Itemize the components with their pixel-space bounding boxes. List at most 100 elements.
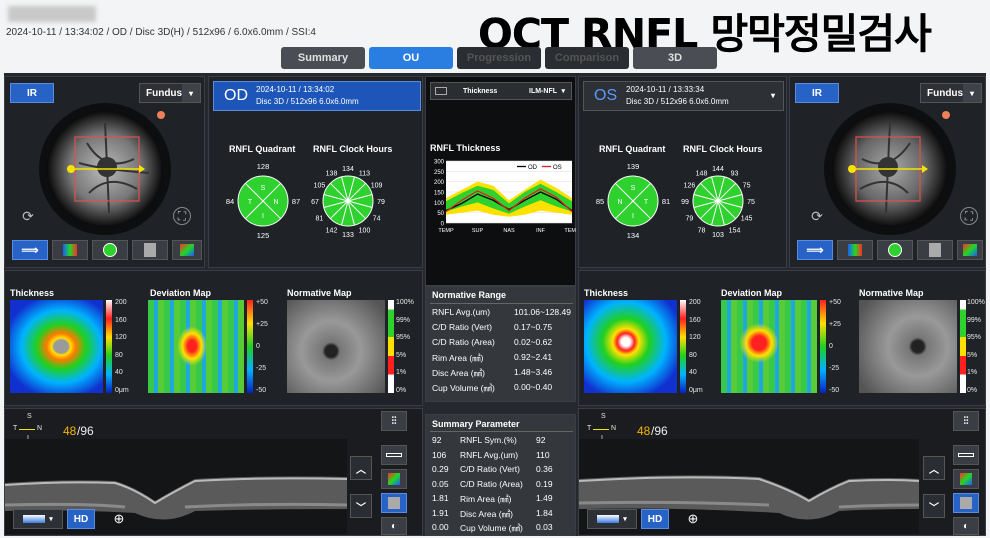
- os-scan-date: 2024-10-11 / 13:33:34: [626, 85, 705, 94]
- od-segment-button[interactable]: [381, 445, 407, 465]
- os-color-button[interactable]: [953, 469, 979, 489]
- os-thickness-map: [584, 300, 677, 393]
- od-fundus-view-button[interactable]: [132, 240, 168, 260]
- os-segment-button[interactable]: [953, 445, 979, 465]
- scale-tick: 120: [115, 334, 127, 342]
- os-thickness-colorbar: [680, 300, 686, 393]
- os-fundus-image: [824, 103, 956, 235]
- quadrant-value-bottom: 134: [627, 231, 640, 240]
- chevron-down-icon: ▾: [623, 516, 627, 523]
- layer-icon: [435, 87, 447, 95]
- od-hd-button[interactable]: HD: [67, 509, 95, 529]
- quadrant-letter-left: N: [617, 199, 622, 206]
- od-scroll-up[interactable]: ︿: [350, 456, 372, 480]
- rotate-icon[interactable]: ⟳: [19, 207, 37, 225]
- scale-tick: 1%: [967, 369, 978, 377]
- os-adjust-button[interactable]: ⫶⫶: [953, 411, 979, 431]
- normative-label: Cup Volume (㎣): [432, 383, 495, 393]
- od-deviation-button[interactable]: [92, 240, 128, 260]
- zoom-in-icon[interactable]: ⊕: [109, 509, 129, 529]
- heatmap-icon: [63, 244, 77, 256]
- clock-hour-value: 138: [326, 170, 338, 177]
- os-scan-header[interactable]: OS 2024-10-11 / 13:33:34 Disc 3D / 512x9…: [583, 81, 784, 111]
- divider: [430, 303, 573, 304]
- os-overlay-button[interactable]: [957, 240, 983, 260]
- zoom-in-icon[interactable]: ⊕: [683, 509, 703, 529]
- scale-tick: 0%: [396, 387, 407, 394]
- od-scan-header[interactable]: OD 2024-10-11 / 13:34:02 Disc 3D / 512x9…: [213, 81, 421, 111]
- os-arrow-scan-button[interactable]: ⟹: [797, 240, 833, 260]
- od-fundus-select[interactable]: Fundus ▾: [139, 83, 201, 103]
- tab-progression[interactable]: Progression: [457, 47, 541, 69]
- os-fundus-select[interactable]: Fundus ▾: [920, 83, 982, 103]
- os-deviation-title: Deviation Map: [721, 288, 783, 298]
- chevron-down-icon: ▾: [182, 84, 200, 102]
- os-thickness-map-button[interactable]: [837, 240, 873, 260]
- clock-hour-value: 134: [342, 166, 354, 173]
- tab-summary[interactable]: Summary: [281, 47, 365, 69]
- scale-tick: 80: [689, 351, 697, 359]
- od-thickness-map-button[interactable]: [52, 240, 88, 260]
- scale-tick: 0: [829, 343, 833, 350]
- normative-value: 0.92~2.41: [514, 352, 553, 362]
- summary-parameter-title: Summary Parameter: [432, 419, 520, 429]
- od-color-button[interactable]: [381, 469, 407, 489]
- chevron-down-icon: ▾: [49, 516, 53, 523]
- clock-hour-value: 113: [359, 170, 370, 177]
- scale-tick: 120: [689, 334, 701, 342]
- os-deviation-button[interactable]: [877, 240, 913, 260]
- layer-label: ILM-NFL: [529, 87, 557, 95]
- quadrant-letter-right: N: [273, 199, 278, 206]
- rotate-icon[interactable]: ⟳: [808, 207, 826, 225]
- od-value: 92: [432, 435, 442, 445]
- os-gray-button[interactable]: [953, 493, 979, 513]
- x-tick: NAS: [503, 228, 515, 234]
- chevron-down-icon: ▾: [770, 91, 775, 100]
- os-contrast-button[interactable]: ◐: [953, 517, 979, 535]
- os-clock-chart: 144 93 75 75 145154 103 78 79 99 126148: [681, 166, 755, 239]
- od-deviation-colorbar: [247, 300, 253, 393]
- od-scroll-down[interactable]: ﹀: [350, 494, 372, 518]
- od-contrast-button[interactable]: ◐: [381, 517, 407, 535]
- scale-tick: 200: [689, 299, 701, 306]
- os-deviation-colorbar: [820, 300, 826, 393]
- thickness-select-label: Thickness: [463, 87, 498, 95]
- parameter-label: C/D Ratio (Vert): [460, 464, 520, 474]
- os-scroll-down[interactable]: ﹀: [923, 494, 945, 518]
- os-layer-select[interactable]: ▾: [587, 509, 637, 529]
- os-hd-button[interactable]: HD: [641, 509, 669, 529]
- tab-comparison[interactable]: Comparison: [545, 47, 629, 69]
- od-gray-button[interactable]: [381, 493, 407, 513]
- clock-hour-value: 145: [741, 216, 753, 223]
- x-tick: TEMP: [438, 228, 454, 234]
- od-layer-select[interactable]: ▾: [13, 509, 63, 529]
- scale-tick: 80: [115, 351, 123, 359]
- os-ir-button[interactable]: IR: [795, 83, 839, 103]
- os-scroll-up[interactable]: ︿: [923, 456, 945, 480]
- tab-ou[interactable]: OU: [369, 47, 453, 69]
- scan-info-text: 2024-10-11 / 13:34:02 / OD / Disc 3D(H) …: [6, 27, 316, 38]
- os-eye-label: OS: [594, 87, 618, 104]
- orient-arrow: [593, 429, 609, 430]
- zoom-fit-icon[interactable]: ⛶: [960, 207, 978, 225]
- od-adjust-button[interactable]: ⫶⫶: [381, 411, 407, 431]
- color-icon: [388, 473, 400, 485]
- os-normative-title: Normative Map: [859, 288, 924, 298]
- os-fundus-view-button[interactable]: [917, 240, 953, 260]
- od-arrow-scan-button[interactable]: ⟹: [12, 240, 48, 260]
- od-overlay-button[interactable]: [172, 240, 202, 260]
- scale-tick: 5%: [967, 351, 978, 359]
- scale-tick: -25: [829, 365, 840, 372]
- divider: [430, 431, 573, 432]
- od-scan-date: 2024-10-11 / 13:34:02: [256, 85, 335, 94]
- zoom-fit-icon[interactable]: ⛶: [173, 207, 191, 225]
- tab-3d[interactable]: 3D: [633, 47, 717, 69]
- layers-icon: [23, 515, 46, 523]
- scale-tick: -50: [256, 387, 267, 394]
- clock-hour-value: 133: [342, 232, 354, 239]
- segment-icon: [958, 453, 974, 457]
- od-ir-button[interactable]: IR: [10, 83, 54, 103]
- os-value: 0.03: [536, 522, 553, 532]
- thickness-select[interactable]: Thickness ILM-NFL ▾: [430, 82, 572, 100]
- clock-hour-value: 100: [359, 228, 371, 235]
